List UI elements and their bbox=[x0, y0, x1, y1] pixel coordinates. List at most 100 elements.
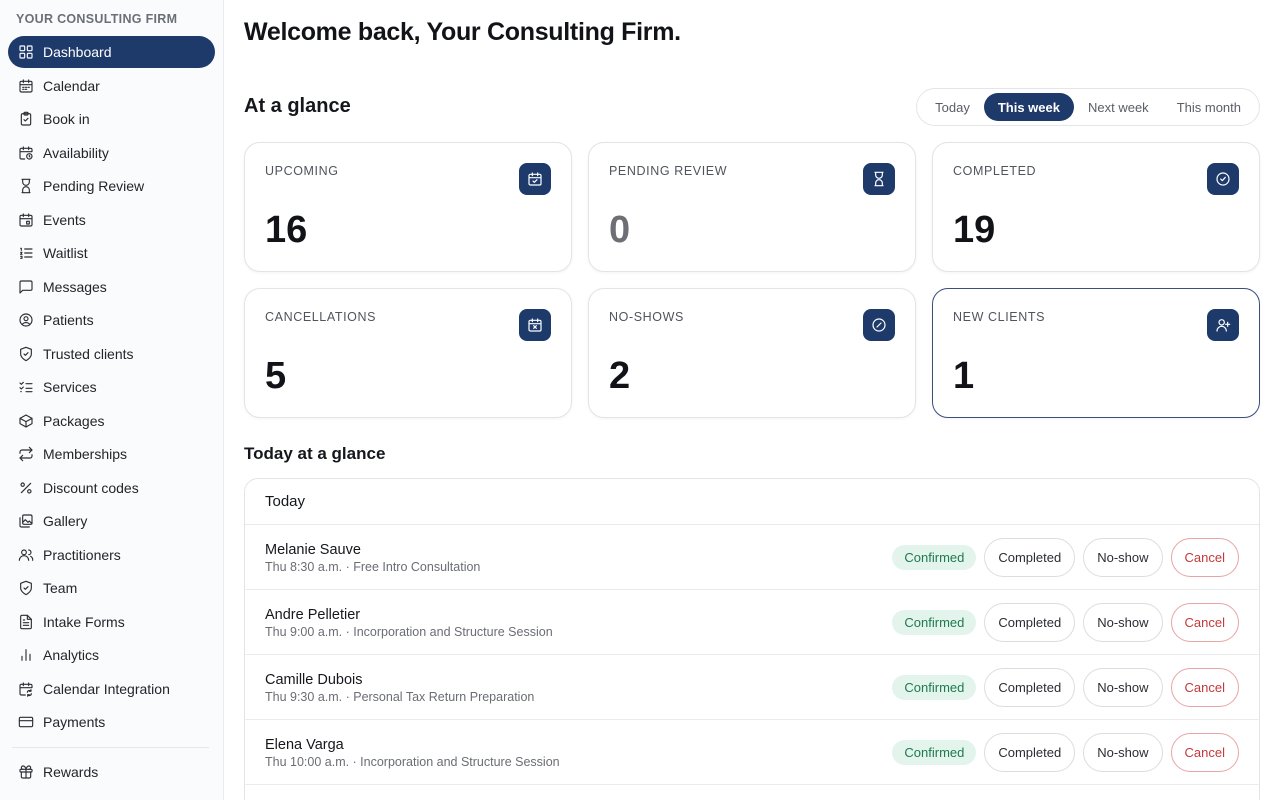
user-plus-icon bbox=[1207, 309, 1239, 341]
percent-icon bbox=[18, 480, 34, 496]
sidebar-item-label: Practitioners bbox=[43, 546, 121, 563]
mark-completed-button[interactable]: Completed bbox=[984, 668, 1076, 707]
images-icon bbox=[18, 513, 34, 529]
sidebar-item-packages[interactable]: Packages bbox=[8, 405, 215, 437]
stat-card-upcoming[interactable]: UPCOMING 16 bbox=[244, 142, 572, 272]
sidebar-item-dashboard[interactable]: Dashboard bbox=[8, 36, 215, 68]
stat-card-pending-review[interactable]: PENDING REVIEW 0 bbox=[588, 142, 916, 272]
cancel-appointment-button[interactable]: Cancel bbox=[1170, 668, 1239, 707]
sidebar-item-label: Intake Forms bbox=[43, 613, 125, 630]
sidebar-item-payments[interactable]: Payments bbox=[8, 706, 215, 738]
sidebar-item-practitioners[interactable]: Practitioners bbox=[8, 539, 215, 571]
sidebar-item-intake-forms[interactable]: Intake Forms bbox=[8, 606, 215, 638]
appointment-row[interactable]: Camille Dubois Thu 9:30 a.m. · Personal … bbox=[245, 655, 1259, 720]
appointment-actions: Confirmed Completed No-show Cancel bbox=[892, 733, 1239, 772]
range-today[interactable]: Today bbox=[921, 93, 984, 121]
mark-completed-button[interactable]: Completed bbox=[984, 733, 1076, 772]
mark-completed-button[interactable]: Completed bbox=[984, 538, 1076, 577]
sidebar-item-label: Analytics bbox=[43, 647, 100, 663]
appointment-actions: Confirmed Completed No-show Cancel bbox=[892, 538, 1239, 577]
range-selector: Today This week Next week This month bbox=[916, 88, 1260, 126]
sidebar-nav: Dashboard Calendar Book in Availability … bbox=[8, 36, 215, 790]
appointment-meta: Thu 9:00 a.m. · Incorporation and Struct… bbox=[265, 625, 553, 639]
sidebar-item-label: Discount codes bbox=[43, 479, 139, 496]
sidebar-item-label: Book in bbox=[43, 111, 90, 127]
sidebar-item-availability[interactable]: Availability bbox=[8, 137, 215, 169]
brand-name: YOUR CONSULTING FIRM bbox=[16, 12, 178, 26]
sidebar-item-label: Payments bbox=[43, 714, 106, 730]
range-this-week[interactable]: This week bbox=[983, 93, 1074, 121]
sidebar-item-label: Waitlist bbox=[43, 245, 88, 261]
sidebar-item-team[interactable]: Team bbox=[8, 572, 215, 604]
appointment-row[interactable]: Andre Pelletier Thu 9:00 a.m. · Incorpor… bbox=[245, 590, 1259, 655]
stat-label: UPCOMING bbox=[265, 164, 339, 178]
cancel-appointment-button[interactable]: Cancel bbox=[1170, 603, 1239, 642]
calendar-x-icon bbox=[519, 309, 551, 341]
calendar-clock-icon bbox=[18, 145, 34, 161]
status-badge: Confirmed bbox=[892, 545, 977, 570]
sidebar-item-label: Team bbox=[43, 580, 78, 596]
appointment-meta: Thu 10:00 a.m. · Incorporation and Struc… bbox=[265, 755, 560, 769]
sidebar-item-book-in[interactable]: Book in bbox=[8, 103, 215, 135]
hourglass-icon bbox=[863, 163, 895, 195]
clipboard-icon bbox=[18, 111, 34, 127]
stat-card-no-shows[interactable]: NO-SHOWS 2 bbox=[588, 288, 916, 418]
range-next-week[interactable]: Next week bbox=[1074, 93, 1163, 121]
page-title: Welcome back, Your Consulting Firm. bbox=[244, 18, 681, 46]
sidebar-item-label: Calendar Integration bbox=[43, 680, 170, 697]
sidebar-item-discount-codes[interactable]: Discount codes bbox=[8, 472, 215, 504]
appointment-client-name: Elena Varga bbox=[265, 737, 344, 753]
appointment-row[interactable]: Elena Varga Thu 10:00 a.m. · Incorporati… bbox=[245, 720, 1259, 785]
stat-card-cancellations[interactable]: CANCELLATIONS 5 bbox=[244, 288, 572, 418]
stat-value: 19 bbox=[953, 209, 996, 251]
stat-label: NO-SHOWS bbox=[609, 310, 684, 324]
shield-icon bbox=[18, 580, 34, 596]
sidebar-item-messages[interactable]: Messages bbox=[8, 271, 215, 303]
user-circle-icon bbox=[18, 312, 34, 328]
mark-no-show-button[interactable]: No-show bbox=[1083, 668, 1163, 707]
list-ordered-icon bbox=[18, 245, 34, 261]
sidebar-item-label: Messages bbox=[43, 278, 107, 295]
sidebar-item-trusted-clients[interactable]: Trusted clients bbox=[8, 338, 215, 370]
sidebar-item-label: Events bbox=[43, 211, 86, 228]
section-title-at-a-glance: At a glance bbox=[244, 95, 351, 117]
check-circle-icon bbox=[1207, 163, 1239, 195]
mark-completed-button[interactable]: Completed bbox=[984, 603, 1076, 642]
appointment-meta: Thu 9:30 a.m. · Personal Tax Return Prep… bbox=[265, 690, 535, 704]
mark-no-show-button[interactable]: No-show bbox=[1083, 538, 1163, 577]
sidebar-item-waitlist[interactable]: Waitlist bbox=[8, 237, 215, 269]
shield-check-icon bbox=[18, 346, 34, 362]
sidebar-item-events[interactable]: Events bbox=[8, 204, 215, 236]
stat-value: 0 bbox=[609, 209, 631, 251]
sidebar-item-label: Gallery bbox=[43, 513, 88, 529]
status-badge: Confirmed bbox=[892, 610, 977, 635]
sidebar-item-calendar-integration[interactable]: Calendar Integration bbox=[8, 673, 215, 705]
appointment-row[interactable]: Melanie Sauve Thu 8:30 a.m. · Free Intro… bbox=[245, 525, 1259, 590]
range-this-month[interactable]: This month bbox=[1163, 93, 1255, 121]
mark-no-show-button[interactable]: No-show bbox=[1083, 733, 1163, 772]
credit-card-icon bbox=[18, 714, 34, 730]
section-title-today: Today at a glance bbox=[244, 444, 386, 463]
stat-label: NEW CLIENTS bbox=[953, 310, 1046, 324]
stat-card-completed[interactable]: COMPLETED 19 bbox=[932, 142, 1260, 272]
sidebar-item-label: Rewards bbox=[43, 764, 99, 780]
message-icon bbox=[18, 279, 34, 295]
sidebar-item-label: Dashboard bbox=[43, 44, 112, 60]
sidebar-item-analytics[interactable]: Analytics bbox=[8, 639, 215, 671]
sidebar-item-rewards[interactable]: Rewards bbox=[8, 756, 215, 788]
status-badge: Confirmed bbox=[892, 675, 977, 700]
cancel-appointment-button[interactable]: Cancel bbox=[1170, 538, 1239, 577]
stat-card-new-clients[interactable]: NEW CLIENTS 1 bbox=[932, 288, 1260, 418]
sidebar-item-patients[interactable]: Patients bbox=[8, 304, 215, 336]
sidebar-item-gallery[interactable]: Gallery bbox=[8, 505, 215, 537]
stat-value: 1 bbox=[953, 355, 975, 397]
sidebar-item-memberships[interactable]: Memberships bbox=[8, 438, 215, 470]
mark-no-show-button[interactable]: No-show bbox=[1083, 603, 1163, 642]
sidebar-item-pending-review[interactable]: Pending Review bbox=[8, 170, 215, 202]
sidebar-item-services[interactable]: Services bbox=[8, 371, 215, 403]
sidebar-item-label: Packages bbox=[43, 412, 105, 429]
sidebar-item-label: Availability bbox=[43, 144, 109, 161]
sidebar-item-calendar[interactable]: Calendar bbox=[8, 70, 215, 102]
cancel-appointment-button[interactable]: Cancel bbox=[1170, 733, 1239, 772]
users-icon bbox=[18, 547, 34, 563]
